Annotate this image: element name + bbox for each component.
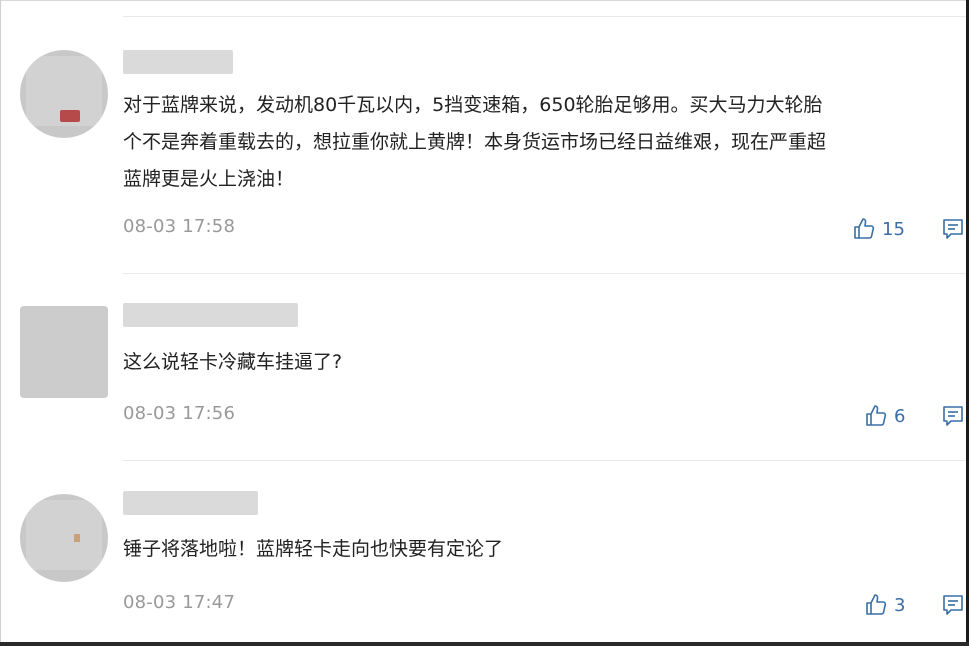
comment-icon [943,219,963,239]
comment-line: 蓝牌更是火上浇油！ [123,168,295,190]
comment-icon [943,595,963,615]
like-button[interactable]: 3 [864,593,905,617]
like-count: 15 [882,218,905,240]
reply-button[interactable] [941,593,965,621]
comment-time: 08-03 17:47 [123,592,236,613]
comment-line: 锤子将落地啦！蓝牌轻卡走向也快要有定论了 [123,538,504,560]
thumbs-up-icon [866,594,887,615]
like-count: 3 [894,594,906,616]
username-redacted[interactable] [123,491,258,515]
username-redacted[interactable] [123,50,233,74]
avatar[interactable] [20,50,108,138]
comment-item: 对于蓝牌来说，发动机80千瓦以内，5挡变速箱，650轮胎足够用。买大马力大轮胎 … [0,17,966,273]
comment-line: 这么说轻卡冷藏车挂逼了? [123,351,343,373]
window-edge-top [0,0,969,1]
reply-button[interactable] [941,404,965,432]
like-button[interactable]: 15 [852,217,905,241]
comment-item: 锤子将落地啦！蓝牌轻卡走向也快要有定论了 08-03 17:47 3 [0,461,966,642]
username-redacted[interactable] [123,303,298,327]
thumbs-up-icon [854,218,875,239]
comment-icon [943,406,963,426]
reply-button[interactable] [941,217,965,245]
comment-time: 08-03 17:56 [123,403,236,424]
avatar[interactable] [20,494,108,582]
window-edge-bottom [0,642,969,646]
comment-line: 对于蓝牌来说，发动机80千瓦以内，5挡变速箱，650轮胎足够用。买大马力大轮胎 [123,94,823,116]
comment-time: 08-03 17:58 [123,216,236,237]
comment-line: 个不是奔着重载去的，想拉重你就上黄牌！本身货运市场已经日益维艰，现在严重超 [123,131,827,153]
like-button[interactable]: 6 [864,404,905,428]
thumbs-up-icon [866,405,887,426]
like-count: 6 [894,405,906,427]
comment-item: 这么说轻卡冷藏车挂逼了? 08-03 17:56 6 [0,274,966,460]
avatar[interactable] [20,306,108,398]
